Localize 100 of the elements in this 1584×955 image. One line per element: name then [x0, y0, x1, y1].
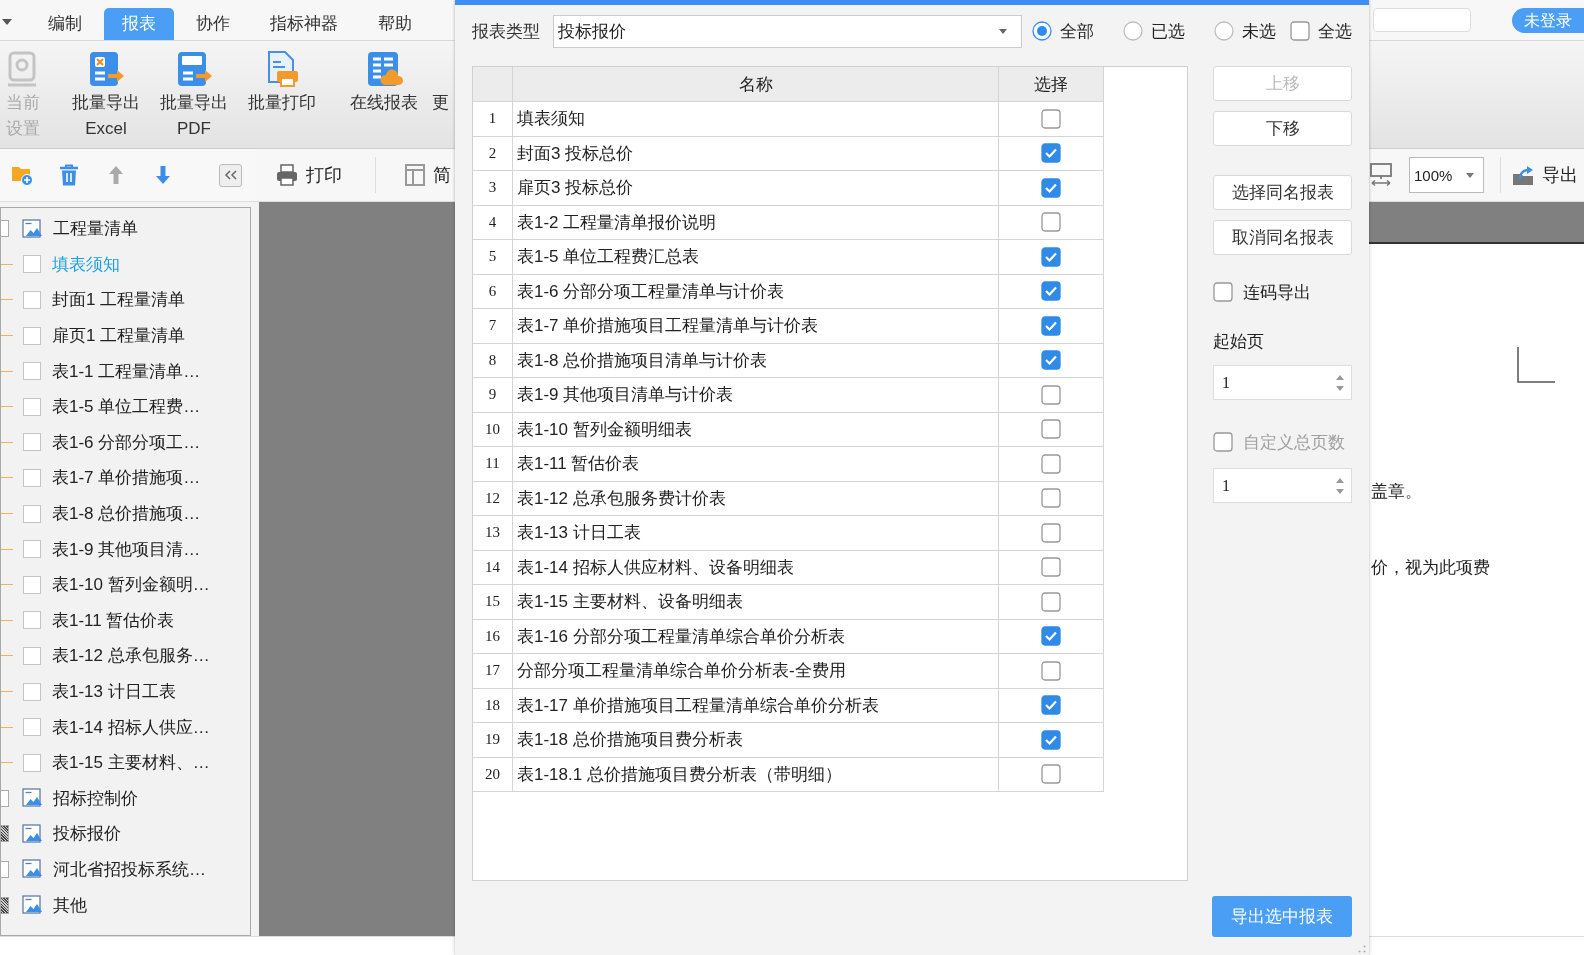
search-field[interactable]	[1373, 8, 1471, 32]
tree-checkbox[interactable]	[1, 861, 9, 878]
row-checkbox[interactable]	[1041, 522, 1061, 543]
row-checkbox[interactable]	[1041, 695, 1061, 716]
trash-icon[interactable]	[58, 164, 80, 186]
tree-item[interactable]: 河北省招投标系统…	[53, 858, 206, 881]
tree-connector	[1, 619, 13, 621]
tree-item[interactable]: 表1-15 主要材料、…	[52, 751, 210, 775]
tree-connector	[1, 263, 13, 265]
same-name-button[interactable]: 取消同名报表	[1213, 220, 1352, 255]
row-checkbox[interactable]	[1041, 350, 1061, 371]
tree-checkbox[interactable]	[23, 397, 41, 416]
table-cell: 表1-14 招标人供应材料、设备明细表	[513, 550, 999, 585]
tree-checkbox[interactable]	[23, 468, 41, 487]
tree-checkbox[interactable]	[23, 326, 41, 345]
tree-item[interactable]: 表1-8 总价措施项…	[52, 502, 201, 526]
row-checkbox[interactable]	[1041, 315, 1061, 336]
tree-checkbox[interactable]	[23, 362, 41, 381]
radio-button[interactable]	[1032, 21, 1052, 41]
tree-checkbox[interactable]	[23, 646, 41, 665]
tree-item[interactable]: 扉页1 工程量清单	[52, 324, 186, 348]
tree-item[interactable]: 表1-1 工程量清单…	[52, 359, 201, 383]
tree-item[interactable]: 表1-12 总承包服务…	[52, 644, 210, 668]
row-checkbox[interactable]	[1041, 626, 1061, 647]
tree-item[interactable]: 投标报价	[53, 822, 121, 846]
report-type-select[interactable]: 投标报价	[553, 14, 1022, 48]
tree-checkbox[interactable]	[23, 433, 41, 452]
tree-checkbox[interactable]	[23, 504, 41, 523]
tree-checkbox[interactable]	[23, 682, 41, 701]
tree-checkbox[interactable]	[1, 825, 9, 843]
tree-item[interactable]: 表1-13 计日工表	[52, 680, 176, 703]
tree-checkbox[interactable]	[23, 255, 41, 274]
select-all-checkbox[interactable]	[1290, 21, 1310, 41]
layout-button[interactable]: 简	[405, 163, 451, 187]
tree-item[interactable]: 表1-5 单位工程费…	[52, 395, 201, 419]
column-header: 选择	[999, 67, 1104, 102]
tree-checkbox[interactable]	[23, 540, 41, 559]
radio-button[interactable]	[1123, 21, 1143, 41]
zoom-select[interactable]: 100%	[1409, 157, 1484, 193]
row-checkbox[interactable]	[1041, 108, 1061, 129]
tree-checkbox[interactable]	[23, 718, 41, 737]
row-checkbox[interactable]	[1041, 143, 1061, 164]
print-button[interactable]: 打印	[276, 163, 342, 187]
report-type-label: 报表类型	[472, 20, 541, 43]
tree-item[interactable]: 其他	[53, 893, 87, 917]
tree-item[interactable]: 表1-6 分部分项工…	[52, 430, 201, 454]
tree-checkbox[interactable]	[1, 789, 9, 807]
start-page-label: 起始页	[1213, 332, 1265, 352]
row-checkbox[interactable]	[1041, 281, 1061, 302]
row-checkbox[interactable]	[1041, 212, 1061, 233]
tree-checkbox[interactable]	[1, 220, 9, 238]
tree-checkbox[interactable]	[23, 575, 41, 594]
continuous-export-checkbox[interactable]	[1213, 282, 1233, 302]
same-name-button[interactable]: 选择同名报表	[1213, 175, 1352, 210]
export-button[interactable]: 导出	[1512, 163, 1578, 187]
resize-grip-icon[interactable]	[1358, 945, 1366, 953]
checkbox-label: 全选	[1318, 20, 1352, 43]
row-checkbox[interactable]	[1041, 729, 1061, 750]
ribbon-button[interactable]: 批量打印	[242, 50, 322, 116]
tree-checkbox[interactable]	[1, 896, 9, 914]
tree-item[interactable]: 工程量清单	[53, 217, 138, 241]
menu-tab[interactable]: 协作	[178, 8, 248, 40]
tree-item[interactable]: 表1-7 单价措施项…	[52, 466, 201, 490]
tree-item[interactable]: 表1-10 暂列金额明…	[52, 573, 210, 597]
ribbon-button[interactable]: 在线报表	[344, 50, 424, 116]
tree-item[interactable]: 招标控制价	[53, 786, 138, 810]
tree-checkbox[interactable]	[23, 611, 41, 630]
caret-icon[interactable]	[2, 19, 12, 25]
row-checkbox[interactable]	[1041, 246, 1061, 267]
double-chevron-icon	[223, 170, 238, 180]
tree-item[interactable]: 表1-9 其他项目清…	[52, 537, 201, 561]
menu-tab[interactable]: 帮助	[360, 8, 430, 40]
tree-connector	[1, 762, 13, 764]
row-number: 6	[473, 274, 513, 309]
tree-item[interactable]: 封面1 工程量清单	[52, 288, 186, 312]
tree-checkbox[interactable]	[23, 291, 41, 309]
excel-export-icon	[87, 50, 125, 88]
row-checkbox[interactable]	[1041, 591, 1061, 612]
row-checkbox[interactable]	[1041, 557, 1061, 578]
row-checkbox[interactable]	[1041, 177, 1061, 198]
tree-item[interactable]: 表1-14 招标人供应…	[52, 715, 210, 739]
menu-tab[interactable]: 编制	[30, 8, 100, 40]
ribbon-button[interactable]: 批量导出 PDF	[154, 50, 234, 142]
row-checkbox[interactable]	[1041, 384, 1061, 405]
row-checkbox[interactable]	[1041, 660, 1061, 681]
start-page-field[interactable]: 1	[1213, 365, 1352, 400]
ribbon-button[interactable]: 更	[432, 50, 449, 116]
row-checkbox[interactable]	[1041, 419, 1061, 440]
folder-add-icon[interactable]	[11, 164, 33, 186]
row-checkbox[interactable]	[1041, 488, 1061, 509]
row-checkbox[interactable]	[1041, 453, 1061, 474]
move-button[interactable]: 下移	[1213, 111, 1352, 146]
row-checkbox[interactable]	[1041, 764, 1061, 785]
fit-width-icon[interactable]	[1369, 163, 1393, 187]
collapse-button[interactable]	[219, 163, 242, 187]
radio-button[interactable]	[1214, 21, 1234, 41]
tree-item[interactable]: 表1-11 暂估价表	[52, 608, 175, 632]
menu-tab[interactable]: 指标神器	[252, 8, 356, 40]
ribbon-button[interactable]: 批量导出 Excel	[66, 50, 146, 142]
tree-checkbox[interactable]	[23, 753, 41, 772]
